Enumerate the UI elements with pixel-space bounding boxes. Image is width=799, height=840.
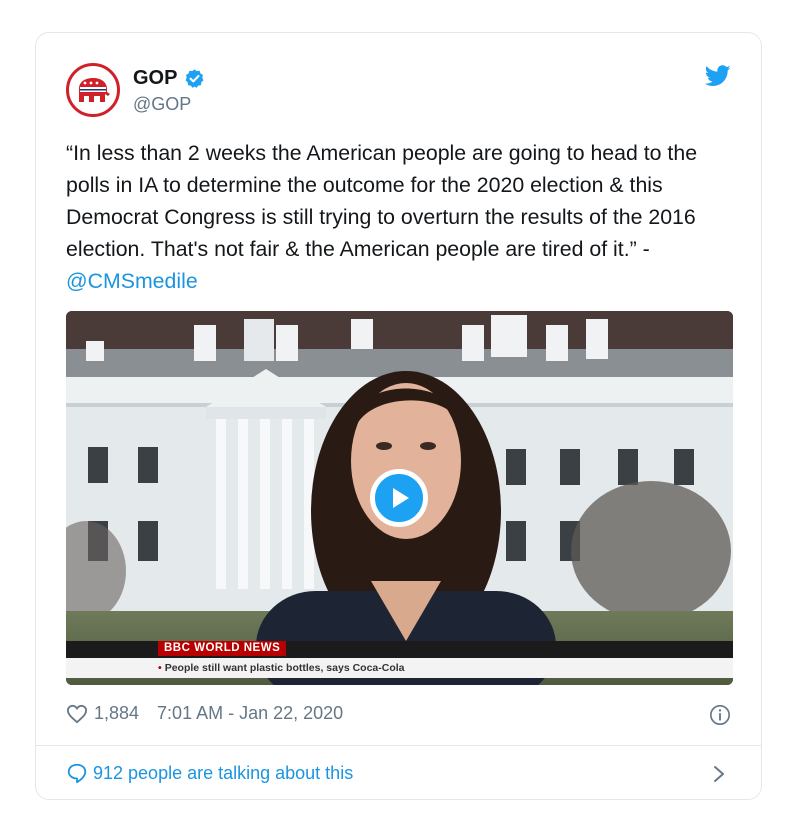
- play-icon: [393, 488, 409, 508]
- conversation-link[interactable]: 912 people are talking about this: [66, 762, 353, 784]
- chevron-right-icon[interactable]: [712, 764, 726, 784]
- tweet-body: “In less than 2 weeks the American peopl…: [66, 141, 698, 261]
- tweet-card[interactable]: GOP @GOP “In less than 2 weeks the Ameri…: [35, 32, 762, 800]
- tweet-meta: 1,884 7:01 AM - Jan 22, 2020: [66, 703, 343, 724]
- news-ticker: • People still want plastic bottles, says…: [66, 658, 733, 678]
- play-button[interactable]: [370, 469, 428, 527]
- comment-bubble-icon: [67, 763, 87, 784]
- author-name-row[interactable]: GOP: [133, 67, 205, 90]
- avatar[interactable]: [66, 63, 120, 117]
- ticker-bullet: •: [158, 662, 162, 674]
- author-name[interactable]: GOP: [133, 67, 177, 90]
- twitter-bird-icon[interactable]: [705, 65, 731, 87]
- tweet-text: “In less than 2 weeks the American peopl…: [66, 137, 746, 297]
- like-count[interactable]: 1,884: [94, 703, 139, 724]
- mention-link[interactable]: @CMSmedile: [66, 269, 198, 293]
- author-handle[interactable]: @GOP: [133, 94, 191, 115]
- heart-icon[interactable]: [66, 704, 88, 724]
- divider: [36, 745, 761, 746]
- bbc-world-news-logo: BBC WORLD NEWS: [158, 641, 287, 656]
- verified-badge-icon: [186, 69, 204, 88]
- timestamp[interactable]: 7:01 AM - Jan 22, 2020: [157, 703, 343, 724]
- talking-text[interactable]: 912 people are talking about this: [93, 763, 353, 784]
- gop-elephant-icon: [79, 78, 110, 102]
- bbc-channel: WORLD NEWS: [194, 642, 281, 654]
- info-icon[interactable]: [709, 704, 731, 726]
- ticker-text: People still want plastic bottles, says …: [164, 662, 405, 674]
- bbc-mark: BBC: [164, 642, 191, 654]
